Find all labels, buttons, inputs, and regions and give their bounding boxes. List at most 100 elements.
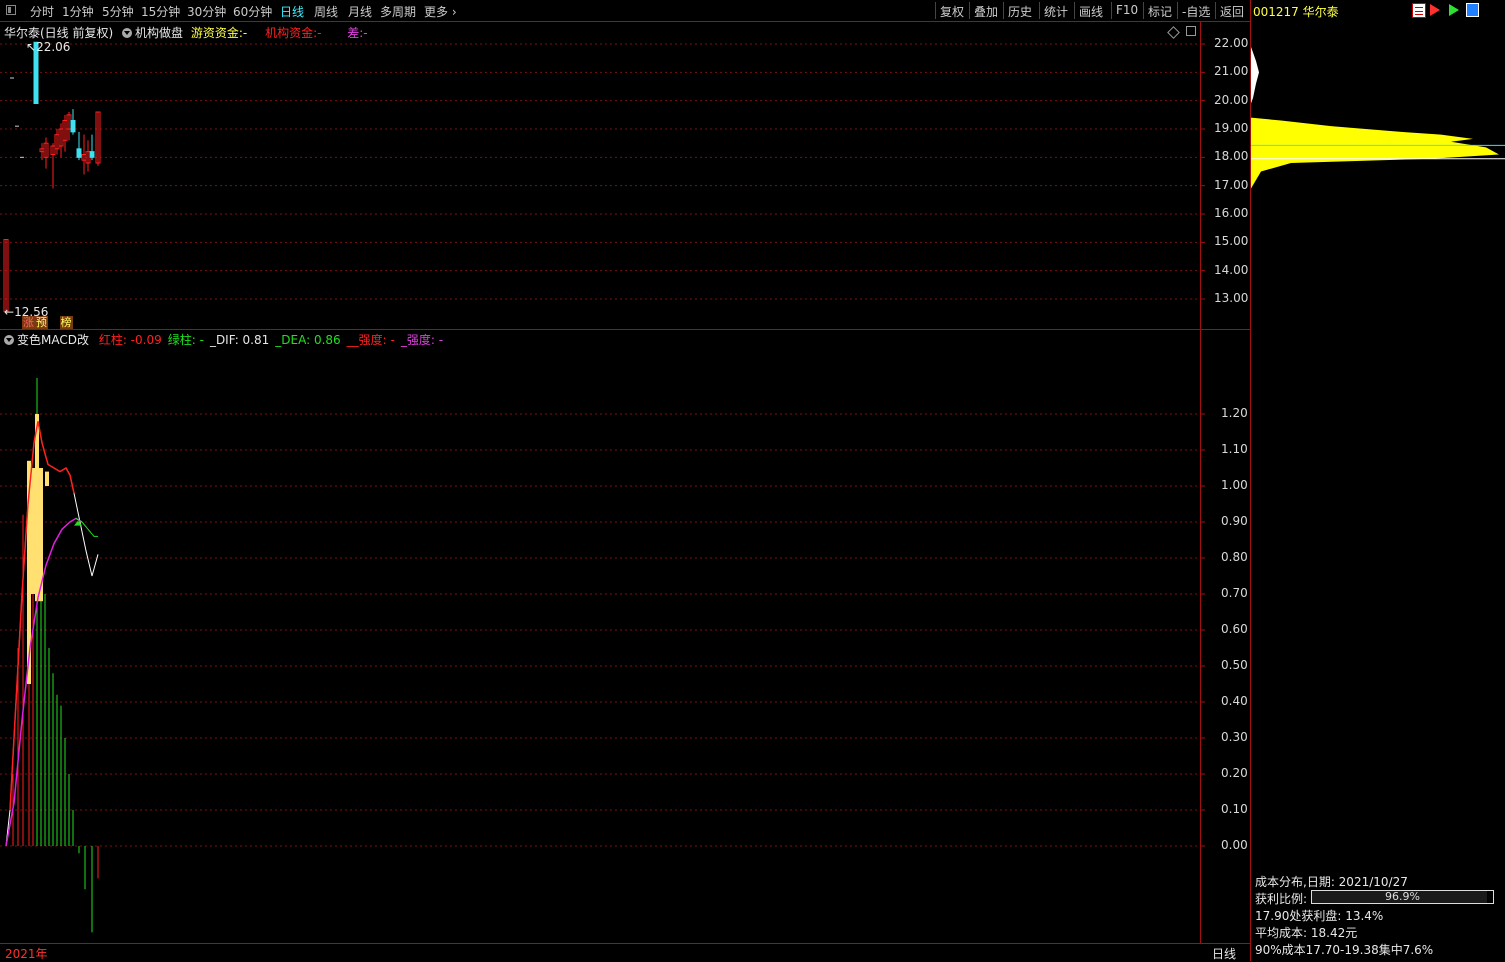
period-tab-6[interactable]: 日线 — [280, 3, 304, 20]
average-cost: 平均成本: 18.42元 — [1255, 926, 1358, 940]
macd-axis-label: 0.40 — [1221, 694, 1248, 708]
price-axis-label: 18.00 — [1214, 149, 1249, 164]
macd-legend-item-0: 红柱: -0.09 — [98, 333, 162, 347]
time-axis-bar: 2021年 日线 — [0, 943, 1251, 961]
chart-divider-vertical — [1250, 0, 1251, 961]
candle-body — [76, 148, 82, 158]
legend-hot-money: 游资资金:- — [190, 26, 248, 40]
macd-panel: 变色MACD改 红柱: -0.09 绿柱: - _DIF: 0.81 _DEA: 0.… — [0, 330, 1251, 943]
period-tab-10[interactable]: 更多 › — [424, 3, 457, 20]
macd-axis-label: 0.70 — [1221, 586, 1248, 600]
high-price-marker: ↖22.06 — [26, 40, 71, 54]
toolbar-separator — [969, 2, 970, 19]
macd-axis-label: 0.00 — [1221, 838, 1248, 852]
macd-axis-label: 0.50 — [1221, 658, 1248, 672]
legend-diff: 差:- — [347, 26, 368, 40]
stock-code-name: 001217 华尔泰 — [1253, 5, 1339, 19]
macd-axis-label: 0.80 — [1221, 550, 1248, 564]
period-label: 日线 — [1212, 947, 1237, 961]
price-axis-label: 16.00 — [1214, 206, 1249, 220]
macd-axis-label: 0.20 — [1221, 766, 1248, 780]
chip-distribution-sidebar: 001217 华尔泰 成本分布,日期: 2021/10/27 获利比例: 96.… — [1251, 0, 1505, 961]
candle-body — [89, 151, 95, 158]
toolbar-separator — [935, 2, 936, 19]
chip-profile-yellow — [1251, 114, 1499, 189]
period-tab-9[interactable]: 多周期 — [380, 3, 416, 20]
price-axis-label: 13.00 — [1214, 291, 1249, 305]
macd-legend: 变色MACD改 红柱: -0.09 绿柱: - _DIF: 0.81 _DEA: 0.… — [4, 331, 443, 348]
macd-strength-column — [35, 414, 39, 602]
toolbar-button-4[interactable]: 画线 — [1079, 3, 1103, 20]
dropdown-circle-icon[interactable] — [4, 335, 14, 345]
macd-strength-column — [31, 468, 35, 594]
price-axis-label: 20.00 — [1214, 92, 1249, 107]
toolbar-button-3[interactable]: 统计 — [1044, 3, 1068, 20]
profit-ratio-label: 获利比例: — [1255, 892, 1308, 906]
panel-divider-horizontal — [0, 329, 1251, 330]
toolbar-separator — [1177, 2, 1178, 19]
macd-legend-item-4: __强度: - — [346, 333, 395, 347]
macd-axis-label: 1.20 — [1221, 406, 1248, 420]
macd-legend-item-3: _DEA: 0.86 — [275, 333, 341, 347]
period-tab-1[interactable]: 1分钟 — [62, 3, 94, 20]
panel-toggle-icon[interactable] — [6, 5, 16, 15]
period-tab-0[interactable]: 分时 — [30, 3, 54, 20]
main-chart-legend: 华尔泰(日线 前复权) 机构做盘 游资资金:- 机构资金:- 差:- — [4, 24, 368, 41]
flag-green-icon[interactable] — [1449, 4, 1459, 16]
price-axis-label: 17.00 — [1214, 177, 1249, 192]
price-axis-label: 14.00 — [1214, 262, 1249, 277]
toolbar-separator — [1111, 2, 1112, 19]
legend-institution: 机构资金:- — [265, 26, 322, 40]
macd-legend-item-1: 绿柱: - — [167, 333, 204, 347]
toolbar-button-1[interactable]: 叠加 — [974, 3, 998, 20]
badge-list[interactable]: 榜 — [59, 316, 73, 329]
macd-axis-label: 0.10 — [1221, 802, 1248, 816]
toolbar-button-5[interactable]: F10 — [1116, 3, 1138, 17]
price-axis-label: 15.00 — [1214, 234, 1249, 249]
profit-at-price: 17.90处获利盘: 13.4% — [1255, 909, 1384, 923]
window-toggle-icon[interactable] — [1186, 26, 1196, 36]
toolbar-separator — [1143, 2, 1144, 19]
macd-legend-item-5: _强度: - — [400, 333, 444, 347]
candle-body — [70, 120, 76, 133]
toolbar-button-2[interactable]: 历史 — [1008, 3, 1032, 20]
period-tab-8[interactable]: 月线 — [348, 3, 372, 20]
period-tab-4[interactable]: 30分钟 — [187, 3, 226, 20]
chart-settings-icon[interactable] — [1466, 3, 1479, 17]
toolbar-button-0[interactable]: 复权 — [940, 3, 964, 20]
profit-ratio-bar: 96.9% — [1311, 890, 1494, 904]
year-label: 2021年 — [5, 947, 48, 961]
cost-distribution-date: 成本分布,日期: 2021/10/27 — [1255, 875, 1408, 889]
toolbar-button-7[interactable]: -自选 — [1182, 3, 1210, 20]
toolbar-button-6[interactable]: 标记 — [1148, 3, 1172, 20]
macd-chart-svg[interactable] — [0, 330, 1251, 943]
price-axis-label: 21.00 — [1214, 64, 1249, 79]
chip-distribution-chart — [1251, 46, 1505, 189]
main-chart-svg[interactable] — [0, 22, 1251, 330]
macd-axis-label: 0.30 — [1221, 730, 1248, 744]
macd-strength-column — [45, 471, 49, 486]
period-tab-5[interactable]: 60分钟 — [233, 3, 272, 20]
signal-badges: 涨预 榜 — [22, 314, 73, 330]
period-tab-7[interactable]: 周线 — [314, 3, 338, 20]
cost-concentration-90: 90%成本17.70-19.38集中7.6% — [1255, 943, 1434, 957]
badge-rise[interactable]: 涨 — [22, 316, 35, 329]
macd-indicator-name[interactable]: 变色MACD改 — [17, 333, 89, 347]
report-icon[interactable] — [1412, 3, 1426, 18]
toolbar-separator — [1003, 2, 1004, 19]
toolbar-separator — [1074, 2, 1075, 19]
toolbar-button-8[interactable]: 返回 — [1220, 3, 1244, 20]
price-axis-label: 19.00 — [1214, 121, 1249, 135]
macd-axis-label: 0.90 — [1221, 514, 1248, 528]
indicator-name[interactable]: 机构做盘 — [135, 26, 183, 40]
bottom-divider-horizontal — [0, 943, 1251, 944]
profit-ratio-value: 96.9% — [1385, 890, 1420, 903]
chip-profile-white — [1251, 46, 1259, 104]
main-chart-panel: 华尔泰(日线 前复权) 机构做盘 游资资金:- 机构资金:- 差:- ↖22.0… — [0, 22, 1251, 330]
macd-legend-item-2: _DIF: 0.81 — [209, 333, 270, 347]
period-tab-2[interactable]: 5分钟 — [102, 3, 134, 20]
dropdown-circle-icon[interactable] — [122, 28, 133, 38]
badge-forecast[interactable]: 预 — [35, 316, 48, 329]
flag-red-icon[interactable] — [1430, 4, 1440, 16]
period-tab-3[interactable]: 15分钟 — [141, 3, 180, 20]
